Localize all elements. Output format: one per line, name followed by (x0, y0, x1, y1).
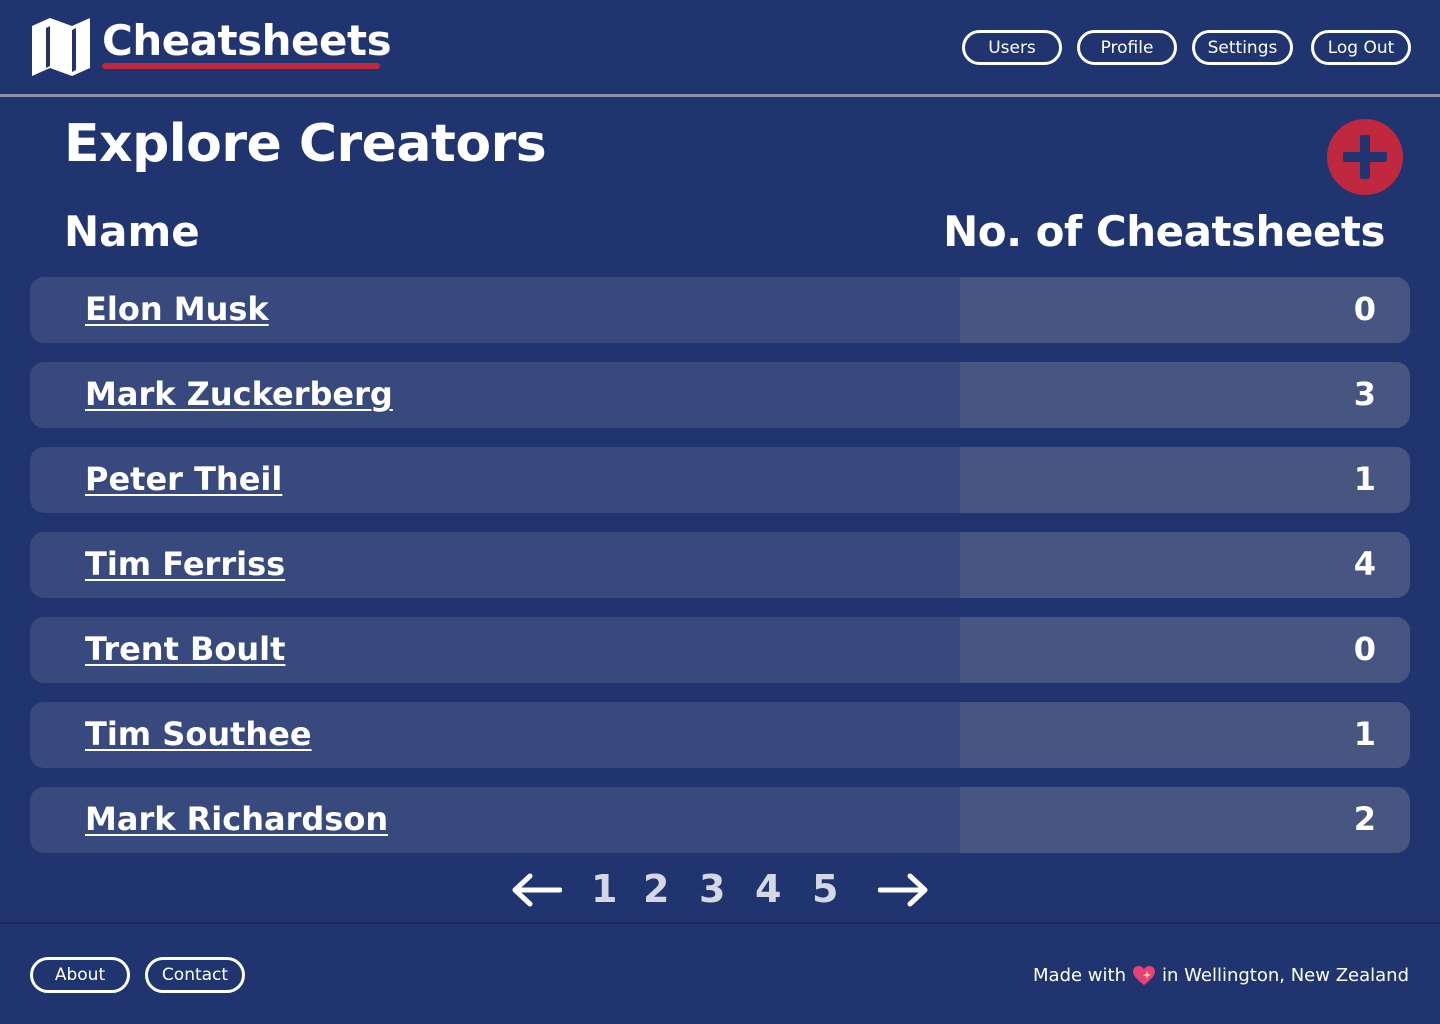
page-1-link[interactable]: 1 (591, 864, 617, 914)
page-5-link[interactable]: 5 (812, 864, 838, 914)
creator-name-link[interactable]: Mark Richardson (85, 797, 388, 841)
table-row: Mark Zuckerberg 3 (30, 362, 1410, 428)
cheatsheet-count: 3 (1353, 375, 1376, 413)
count-cell (960, 787, 1410, 853)
plus-icon (1343, 135, 1387, 179)
cheatsheet-count: 4 (1353, 545, 1376, 583)
count-cell (960, 617, 1410, 683)
table-row: Trent Boult 0 (30, 617, 1410, 683)
brand-title[interactable]: Cheatsheets (102, 14, 392, 68)
site-footer: About Contact Made with in Wellington, N… (0, 922, 1440, 1024)
nav-users-button[interactable]: Users (962, 30, 1062, 65)
nav-settings-button[interactable]: Settings (1192, 30, 1293, 65)
page-4-link[interactable]: 4 (755, 864, 781, 914)
creators-table: Elon Musk 0 Mark Zuckerberg 3 Peter Thei… (30, 277, 1410, 872)
brand-underline (102, 63, 380, 69)
page-3-link[interactable]: 3 (699, 864, 725, 914)
cheatsheet-count: 1 (1353, 715, 1376, 753)
count-cell (960, 277, 1410, 343)
nav-profile-button[interactable]: Profile (1077, 30, 1177, 65)
site-header: Cheatsheets Users Profile Settings Log O… (0, 0, 1440, 97)
arrow-right-icon[interactable] (878, 870, 930, 910)
count-cell (960, 447, 1410, 513)
table-row: Tim Ferriss 4 (30, 532, 1410, 598)
made-with-suffix: in Wellington, New Zealand (1162, 965, 1409, 986)
creator-name-link[interactable]: Elon Musk (85, 287, 269, 331)
contact-button[interactable]: Contact (145, 957, 245, 993)
creator-name-link[interactable]: Peter Theil (85, 457, 282, 501)
nav-logout-button[interactable]: Log Out (1311, 30, 1411, 65)
creator-name-link[interactable]: Mark Zuckerberg (85, 372, 393, 416)
cheatsheet-count: 2 (1353, 800, 1376, 838)
pagination: 1 2 3 4 5 (0, 862, 1440, 918)
count-cell (960, 362, 1410, 428)
arrow-left-icon[interactable] (510, 870, 562, 910)
count-cell (960, 702, 1410, 768)
column-header-name: Name (64, 207, 200, 256)
table-row: Tim Southee 1 (30, 702, 1410, 768)
page-2-link[interactable]: 2 (643, 864, 669, 914)
add-creator-button[interactable] (1327, 119, 1403, 195)
creator-name-link[interactable]: Tim Ferriss (85, 542, 285, 586)
table-row: Elon Musk 0 (30, 277, 1410, 343)
column-header-count: No. of Cheatsheets (943, 207, 1385, 256)
table-row: Peter Theil 1 (30, 447, 1410, 513)
book-map-icon[interactable] (30, 16, 92, 78)
cheatsheet-count: 1 (1353, 460, 1376, 498)
sparkling-heart-icon (1133, 966, 1155, 985)
creator-name-link[interactable]: Tim Southee (85, 712, 312, 756)
table-row: Mark Richardson 2 (30, 787, 1410, 853)
made-with-text: Made with in Wellington, New Zealand (1033, 964, 1409, 988)
made-with-prefix: Made with (1033, 965, 1126, 986)
count-cell (960, 532, 1410, 598)
about-button[interactable]: About (30, 957, 130, 993)
cheatsheet-count: 0 (1353, 290, 1376, 328)
cheatsheet-count: 0 (1353, 630, 1376, 668)
page-title: Explore Creators (64, 114, 547, 174)
creator-name-link[interactable]: Trent Boult (85, 627, 285, 671)
